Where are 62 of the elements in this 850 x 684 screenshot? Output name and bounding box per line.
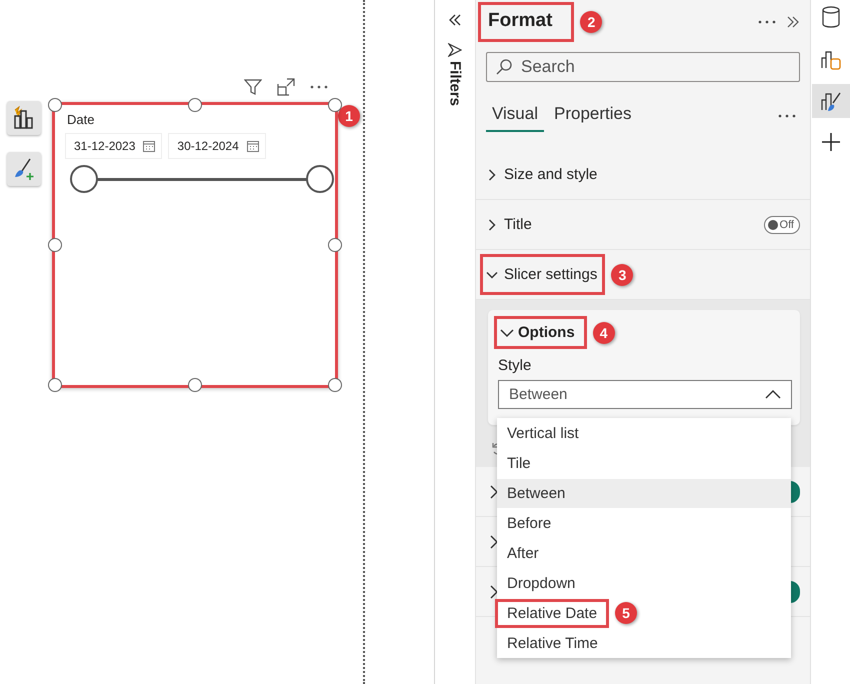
resize-handle[interactable]: [48, 238, 62, 252]
dropdown-option[interactable]: Relative Date: [497, 600, 608, 626]
format-visual-button[interactable]: [812, 84, 850, 118]
step-number-badge: 5: [615, 602, 638, 624]
expand-icon[interactable]: [786, 16, 800, 28]
dropdown-option[interactable]: After: [497, 540, 549, 566]
bar-chart-icon: [12, 106, 36, 130]
step-number-badge: 2: [580, 11, 602, 33]
resize-handle[interactable]: [48, 378, 62, 392]
brush-plus-icon: [12, 157, 36, 181]
search-field[interactable]: Search: [486, 52, 800, 82]
resize-handle[interactable]: [328, 378, 342, 392]
database-icon[interactable]: [820, 6, 840, 28]
dropdown-option[interactable]: Vertical list: [497, 420, 589, 446]
style-dropdown[interactable]: Between: [498, 380, 792, 409]
step-number-badge: 1: [338, 105, 360, 127]
tab[interactable]: Properties: [548, 100, 638, 132]
focus-mode-icon[interactable]: [277, 78, 295, 96]
dropdown-option[interactable]: Dropdown: [497, 570, 586, 596]
chevron-right-icon[interactable]: [488, 534, 500, 548]
end-date-field[interactable]: 30-12-2024: [168, 133, 266, 159]
visual-chart-button[interactable]: [7, 101, 41, 135]
section-header[interactable]: Slicer settings: [482, 256, 604, 293]
resize-handle[interactable]: [48, 98, 62, 112]
more-options-icon[interactable]: [778, 114, 796, 118]
chart-brush-icon: [820, 90, 842, 112]
more-options-icon[interactable]: [758, 20, 776, 24]
section-header[interactable]: Size and style: [482, 156, 604, 193]
dropdown-option[interactable]: Before: [497, 510, 562, 536]
slider-thumb[interactable]: [306, 165, 334, 193]
filters-pane-label[interactable]: Filters: [446, 61, 464, 106]
chevron-right-icon: [486, 168, 498, 180]
section-header[interactable]: Title: [482, 206, 538, 243]
chevron-right-icon[interactable]: [488, 584, 500, 598]
calendar-icon[interactable]: [246, 140, 259, 152]
pane-title: Format: [480, 4, 572, 40]
search-icon: [496, 59, 512, 75]
collapse-icon[interactable]: [448, 14, 462, 26]
slicer-title: Date: [67, 112, 94, 127]
dropdown-option[interactable]: Relative Time: [497, 630, 608, 656]
step-number-badge: 3: [611, 264, 634, 286]
resize-handle[interactable]: [188, 378, 202, 392]
dropdown-option[interactable]: Tile: [497, 450, 541, 476]
chevron-down-icon: [500, 326, 514, 338]
more-options-icon[interactable]: [310, 84, 328, 90]
resize-handle[interactable]: [188, 98, 202, 112]
field-label: Style: [498, 357, 532, 374]
options-header[interactable]: Options: [496, 318, 585, 347]
dropdown-option[interactable]: Between: [497, 478, 791, 508]
chevron-right-icon: [486, 218, 498, 230]
chevron-up-icon: [765, 390, 781, 400]
format-brush-button[interactable]: [7, 152, 41, 186]
slider-track[interactable]: [70, 165, 334, 193]
tab[interactable]: Visual: [486, 100, 544, 132]
resize-handle[interactable]: [328, 98, 342, 112]
step-number-badge: 4: [592, 322, 615, 344]
start-date-field[interactable]: 31-12-2023: [65, 133, 162, 159]
resize-handle[interactable]: [328, 238, 342, 252]
chevron-right-icon[interactable]: [488, 484, 500, 498]
add-icon[interactable]: [820, 132, 840, 152]
toggle-switch[interactable]: Off: [764, 216, 800, 234]
calendar-icon[interactable]: [143, 140, 156, 152]
